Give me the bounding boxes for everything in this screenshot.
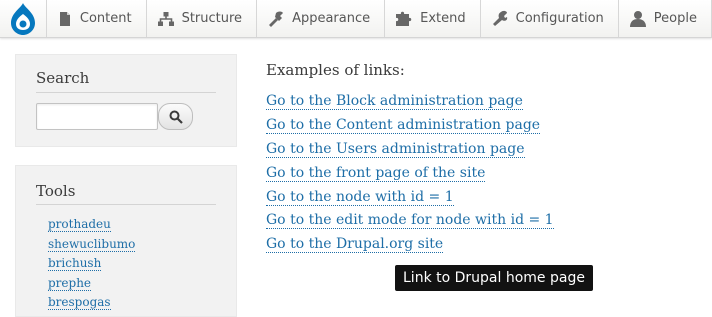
toolbar-item-people[interactable]: People — [619, 0, 712, 37]
toolbar-item-appearance[interactable]: Appearance — [257, 0, 386, 37]
divider — [36, 92, 216, 93]
admin-toolbar: Content Structure Appearance Extend Conf… — [0, 0, 712, 38]
search-input[interactable] — [36, 103, 158, 130]
toolbar-item-extend[interactable]: Extend — [385, 0, 481, 37]
tools-link[interactable]: brespogas — [48, 295, 111, 310]
tools-link[interactable]: prothadeu — [48, 217, 111, 232]
wrench-icon — [492, 10, 507, 26]
intro-text: Examples of links: — [266, 61, 405, 79]
tools-list: prothadeu shewuclibumo brichush prephe b… — [48, 217, 136, 315]
tooltip: Link to Drupal home page — [395, 265, 593, 291]
search-block: Search — [15, 54, 237, 147]
link-front-page[interactable]: Go to the front page of the site — [266, 164, 486, 182]
list-item: Go to the node with id = 1 — [266, 188, 554, 213]
toolbar-item-label: Appearance — [292, 11, 371, 26]
list-item: brichush — [48, 256, 135, 276]
document-icon — [59, 11, 70, 26]
tools-link[interactable]: brichush — [48, 256, 102, 271]
toolbar-item-label: Content — [79, 11, 132, 26]
link-content-admin[interactable]: Go to the Content administration page — [266, 116, 541, 134]
person-icon — [629, 11, 646, 27]
puzzle-icon — [396, 11, 412, 26]
list-item: Go to the Content administration page — [266, 116, 554, 141]
list-item: Go to the Users administration page — [266, 140, 554, 165]
drupal-drop-icon — [10, 2, 35, 35]
toolbar-item-content[interactable]: Content — [47, 0, 147, 37]
tools-block-title: Tools — [36, 182, 76, 200]
toolbar-item-label: Configuration — [515, 11, 604, 26]
example-links-list: Go to the Block administration page Go t… — [266, 93, 554, 260]
tools-link[interactable]: shewuclibumo — [48, 236, 136, 252]
toolbar-item-structure[interactable]: Structure — [147, 0, 258, 37]
link-users-admin[interactable]: Go to the Users administration page — [266, 140, 525, 158]
link-block-admin[interactable]: Go to the Block administration page — [266, 93, 523, 110]
hierarchy-icon — [157, 11, 174, 26]
wrench-brush-icon — [269, 11, 284, 27]
search-button[interactable] — [158, 103, 193, 130]
list-item: Go to the edit mode for node with id = 1 — [266, 212, 554, 236]
list-item: brespogas — [48, 295, 135, 315]
list-item: shewuclibumo — [48, 236, 136, 257]
link-node-1[interactable]: Go to the node with id = 1 — [266, 188, 454, 206]
tools-block: Tools prothadeu shewuclibumo brichush pr… — [15, 165, 237, 317]
divider — [36, 204, 216, 205]
home-logo-button[interactable] — [0, 0, 47, 37]
toolbar-item-configuration[interactable]: Configuration — [481, 0, 619, 37]
list-item: Go to the front page of the site — [266, 164, 554, 189]
search-block-title: Search — [36, 69, 90, 87]
link-drupal-org[interactable]: Go to the Drupal.org site — [266, 236, 444, 254]
list-item: prothadeu — [48, 217, 135, 237]
list-item: Go to the Drupal.org site — [266, 236, 554, 260]
list-item: Go to the Block administration page — [266, 93, 554, 117]
toolbar-item-label: People — [653, 11, 697, 26]
toolbar-item-label: Structure — [181, 11, 243, 26]
list-item: prephe — [48, 275, 135, 296]
link-node-1-edit[interactable]: Go to the edit mode for node with id = 1 — [266, 212, 554, 230]
tools-link[interactable]: prephe — [48, 275, 92, 291]
toolbar-item-label: Extend — [420, 11, 466, 26]
magnifier-icon — [169, 110, 183, 124]
